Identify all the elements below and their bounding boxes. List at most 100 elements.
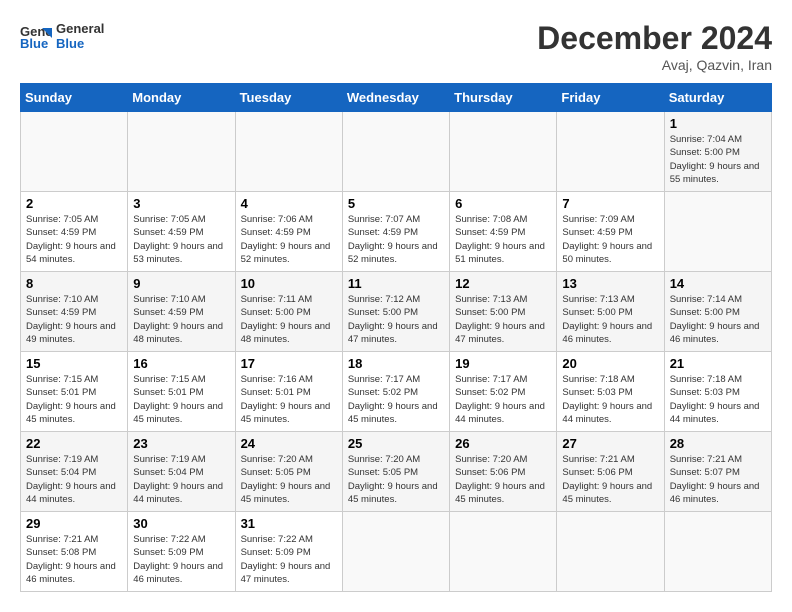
calendar-table: SundayMondayTuesdayWednesdayThursdayFrid… xyxy=(20,83,772,592)
calendar-cell: 3Sunrise: 7:05 AM Sunset: 4:59 PM Daylig… xyxy=(128,192,235,272)
calendar-cell: 20Sunrise: 7:18 AM Sunset: 5:03 PM Dayli… xyxy=(557,352,664,432)
day-number: 10 xyxy=(241,276,337,291)
day-info: Sunrise: 7:18 AM Sunset: 5:03 PM Dayligh… xyxy=(562,373,658,426)
calendar-cell: 31 Sunrise: 7:22 AM Sunset: 5:09 PM Dayli… xyxy=(235,512,342,592)
day-info: Sunrise: 7:06 AM Sunset: 4:59 PM Dayligh… xyxy=(241,213,337,266)
calendar-cell xyxy=(557,512,664,592)
weekday-sunday: Sunday xyxy=(21,84,128,112)
weekday-wednesday: Wednesday xyxy=(342,84,449,112)
day-info: Sunrise: 7:14 AM Sunset: 5:00 PM Dayligh… xyxy=(670,293,766,346)
day-info: Sunrise: 7:19 AM Sunset: 5:04 PM Dayligh… xyxy=(26,453,122,506)
calendar-cell xyxy=(342,512,449,592)
day-info: Sunrise: 7:13 AM Sunset: 5:00 PM Dayligh… xyxy=(455,293,551,346)
calendar-cell: 29 Sunrise: 7:21 AM Sunset: 5:08 PM Dayli… xyxy=(21,512,128,592)
calendar-week-3: 8 Sunrise: 7:10 AM Sunset: 4:59 PM Daylig… xyxy=(21,272,772,352)
calendar-cell: 7Sunrise: 7:09 AM Sunset: 4:59 PM Daylig… xyxy=(557,192,664,272)
calendar-cell: 24 Sunrise: 7:20 AM Sunset: 5:05 PM Dayli… xyxy=(235,432,342,512)
day-info: Sunrise: 7:21 AM Sunset: 5:08 PM Dayligh… xyxy=(26,533,122,586)
day-number: 29 xyxy=(26,516,122,531)
day-number: 5 xyxy=(348,196,444,211)
day-info: Sunrise: 7:09 AM Sunset: 4:59 PM Dayligh… xyxy=(562,213,658,266)
day-info: Sunrise: 7:22 AM Sunset: 5:09 PM Dayligh… xyxy=(133,533,229,586)
calendar-cell: 26 Sunrise: 7:20 AM Sunset: 5:06 PM Dayli… xyxy=(450,432,557,512)
weekday-header-row: SundayMondayTuesdayWednesdayThursdayFrid… xyxy=(21,84,772,112)
day-number: 9 xyxy=(133,276,229,291)
day-info: Sunrise: 7:20 AM Sunset: 5:05 PM Dayligh… xyxy=(348,453,444,506)
day-number: 22 xyxy=(26,436,122,451)
calendar-cell xyxy=(450,512,557,592)
calendar-cell: 2 Sunrise: 7:05 AM Sunset: 4:59 PM Daylig… xyxy=(21,192,128,272)
day-info: Sunrise: 7:05 AM Sunset: 4:59 PM Dayligh… xyxy=(26,213,122,266)
calendar-cell: 1 Sunrise: 7:04 AM Sunset: 5:00 PM Daylig… xyxy=(664,112,771,192)
day-number: 1 xyxy=(670,116,766,131)
calendar-cell: 28Sunrise: 7:21 AM Sunset: 5:07 PM Dayli… xyxy=(664,432,771,512)
day-info: Sunrise: 7:20 AM Sunset: 5:06 PM Dayligh… xyxy=(455,453,551,506)
day-number: 24 xyxy=(241,436,337,451)
day-number: 21 xyxy=(670,356,766,371)
day-number: 14 xyxy=(670,276,766,291)
weekday-monday: Monday xyxy=(128,84,235,112)
calendar-cell: 27Sunrise: 7:21 AM Sunset: 5:06 PM Dayli… xyxy=(557,432,664,512)
calendar-cell: 6Sunrise: 7:08 AM Sunset: 4:59 PM Daylig… xyxy=(450,192,557,272)
day-number: 27 xyxy=(562,436,658,451)
calendar-cell: 21 Sunrise: 7:18 AM Sunset: 5:03 PM Dayli… xyxy=(664,352,771,432)
day-info: Sunrise: 7:13 AM Sunset: 5:00 PM Dayligh… xyxy=(562,293,658,346)
day-info: Sunrise: 7:11 AM Sunset: 5:00 PM Dayligh… xyxy=(241,293,337,346)
day-number: 23 xyxy=(133,436,229,451)
calendar-week-4: 15 Sunrise: 7:15 AM Sunset: 5:01 PM Dayli… xyxy=(21,352,772,432)
day-number: 15 xyxy=(26,356,122,371)
day-number: 3 xyxy=(133,196,229,211)
calendar-cell xyxy=(664,512,771,592)
calendar-cell: 16 Sunrise: 7:15 AM Sunset: 5:01 PM Dayli… xyxy=(128,352,235,432)
day-info: Sunrise: 7:18 AM Sunset: 5:03 PM Dayligh… xyxy=(670,373,766,426)
day-info: Sunrise: 7:10 AM Sunset: 4:59 PM Dayligh… xyxy=(26,293,122,346)
weekday-saturday: Saturday xyxy=(664,84,771,112)
day-number: 8 xyxy=(26,276,122,291)
calendar-cell: 9 Sunrise: 7:10 AM Sunset: 4:59 PM Daylig… xyxy=(128,272,235,352)
day-number: 4 xyxy=(241,196,337,211)
day-number: 18 xyxy=(348,356,444,371)
day-info: Sunrise: 7:20 AM Sunset: 5:05 PM Dayligh… xyxy=(241,453,337,506)
day-info: Sunrise: 7:17 AM Sunset: 5:02 PM Dayligh… xyxy=(455,373,551,426)
logo-general: General xyxy=(56,21,104,36)
calendar-cell: 11Sunrise: 7:12 AM Sunset: 5:00 PM Dayli… xyxy=(342,272,449,352)
logo-icon: General Blue xyxy=(20,20,52,52)
calendar-week-6: 29 Sunrise: 7:21 AM Sunset: 5:08 PM Dayli… xyxy=(21,512,772,592)
calendar-cell: 25Sunrise: 7:20 AM Sunset: 5:05 PM Dayli… xyxy=(342,432,449,512)
day-info: Sunrise: 7:12 AM Sunset: 5:00 PM Dayligh… xyxy=(348,293,444,346)
day-number: 2 xyxy=(26,196,122,211)
calendar-cell xyxy=(342,112,449,192)
day-info: Sunrise: 7:10 AM Sunset: 4:59 PM Dayligh… xyxy=(133,293,229,346)
day-info: Sunrise: 7:22 AM Sunset: 5:09 PM Dayligh… xyxy=(241,533,337,586)
day-info: Sunrise: 7:04 AM Sunset: 5:00 PM Dayligh… xyxy=(670,133,766,186)
calendar-week-2: 2 Sunrise: 7:05 AM Sunset: 4:59 PM Daylig… xyxy=(21,192,772,272)
day-number: 16 xyxy=(133,356,229,371)
day-info: Sunrise: 7:15 AM Sunset: 5:01 PM Dayligh… xyxy=(133,373,229,426)
calendar-cell: 13Sunrise: 7:13 AM Sunset: 5:00 PM Dayli… xyxy=(557,272,664,352)
calendar-cell: 19Sunrise: 7:17 AM Sunset: 5:02 PM Dayli… xyxy=(450,352,557,432)
day-number: 6 xyxy=(455,196,551,211)
day-info: Sunrise: 7:16 AM Sunset: 5:01 PM Dayligh… xyxy=(241,373,337,426)
day-number: 12 xyxy=(455,276,551,291)
calendar-cell: 18Sunrise: 7:17 AM Sunset: 5:02 PM Dayli… xyxy=(342,352,449,432)
day-info: Sunrise: 7:15 AM Sunset: 5:01 PM Dayligh… xyxy=(26,373,122,426)
logo-blue: Blue xyxy=(56,36,104,51)
weekday-thursday: Thursday xyxy=(450,84,557,112)
calendar-cell: 10 Sunrise: 7:11 AM Sunset: 5:00 PM Dayli… xyxy=(235,272,342,352)
month-title: December 2024 xyxy=(537,20,772,57)
calendar-cell: 5 Sunrise: 7:07 AM Sunset: 4:59 PM Daylig… xyxy=(342,192,449,272)
calendar-cell: 30 Sunrise: 7:22 AM Sunset: 5:09 PM Dayli… xyxy=(128,512,235,592)
calendar-cell: 4 Sunrise: 7:06 AM Sunset: 4:59 PM Daylig… xyxy=(235,192,342,272)
calendar-cell: 14 Sunrise: 7:14 AM Sunset: 5:00 PM Dayli… xyxy=(664,272,771,352)
calendar-cell: 22 Sunrise: 7:19 AM Sunset: 5:04 PM Dayli… xyxy=(21,432,128,512)
logo: General Blue General Blue xyxy=(20,20,104,52)
calendar-cell xyxy=(21,112,128,192)
day-number: 31 xyxy=(241,516,337,531)
page-header: General Blue General Blue December 2024 … xyxy=(20,20,772,73)
calendar-cell xyxy=(450,112,557,192)
title-block: December 2024 Avaj, Qazvin, Iran xyxy=(537,20,772,73)
day-number: 26 xyxy=(455,436,551,451)
calendar-cell xyxy=(128,112,235,192)
day-number: 30 xyxy=(133,516,229,531)
day-info: Sunrise: 7:07 AM Sunset: 4:59 PM Dayligh… xyxy=(348,213,444,266)
